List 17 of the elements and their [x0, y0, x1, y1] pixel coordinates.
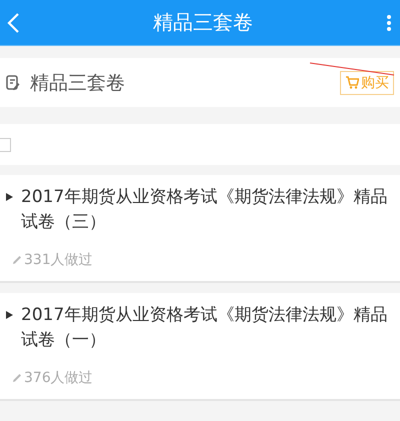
done-count: 331人做过 — [24, 251, 93, 269]
section-title: 精品三套卷 — [30, 70, 126, 96]
cart-icon — [345, 76, 359, 89]
app-title: 精品三套卷 — [153, 9, 253, 36]
paper-title: 2017年期货从业资格考试《期货法律法规》精品试卷（三） — [21, 186, 388, 234]
edit-document-icon — [6, 74, 20, 90]
checkbox[interactable] — [0, 138, 11, 152]
back-button[interactable] — [6, 12, 20, 34]
paper-title: 2017年期货从业资格考试《期货法律法规》精品试卷（一） — [21, 304, 388, 352]
expand-triangle-icon — [6, 193, 13, 201]
more-menu-button[interactable] — [386, 14, 394, 32]
done-count: 376人做过 — [24, 369, 93, 387]
pencil-icon — [12, 255, 22, 265]
expand-triangle-icon — [6, 311, 13, 319]
pencil-icon — [12, 373, 22, 383]
paper-card[interactable]: 2017年期货从业资格考试《期货法律法规》精品试卷（三） 331人做过 — [0, 175, 400, 283]
paper-card[interactable]: 2017年期货从业资格考试《期货法律法规》精品试卷（一） 376人做过 — [0, 293, 400, 401]
